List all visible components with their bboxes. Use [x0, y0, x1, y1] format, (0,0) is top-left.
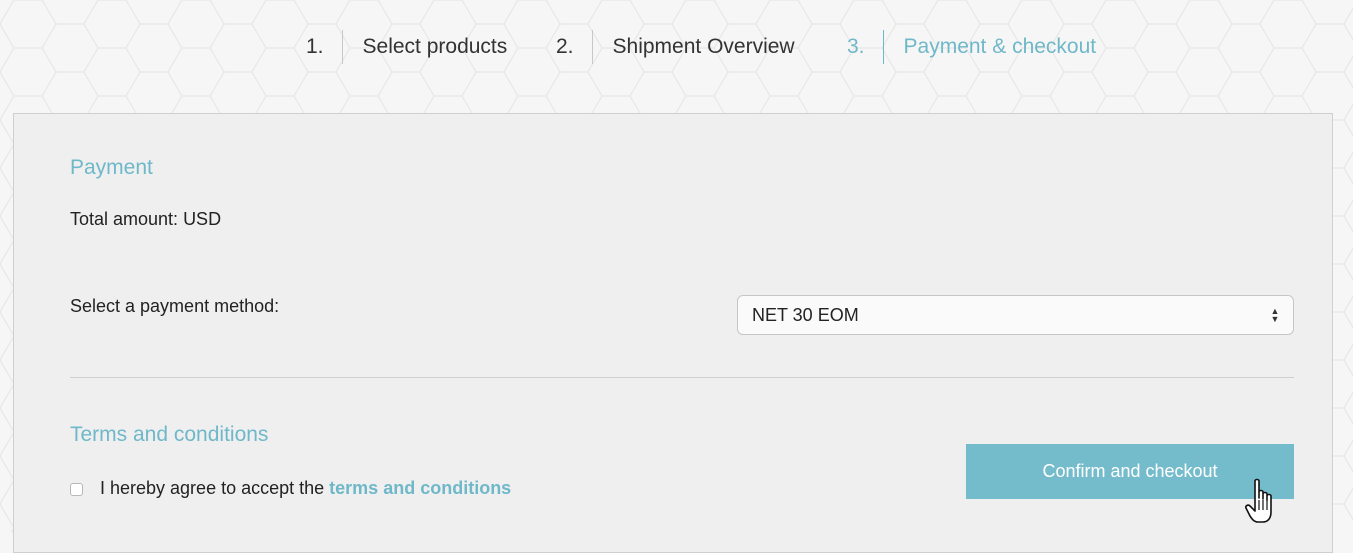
- step-label: Payment & checkout: [903, 35, 1097, 58]
- payment-method-value: NET 30 EOM: [752, 304, 859, 325]
- terms-checkbox[interactable]: [70, 483, 83, 496]
- up-down-arrows-icon: ▲ ▼: [1270, 306, 1280, 324]
- step-number: 1.: [306, 35, 324, 58]
- step-select-products[interactable]: 1. Select products: [306, 28, 507, 66]
- hand-pointer-icon: [1245, 478, 1272, 523]
- step-divider: [591, 30, 593, 64]
- section-divider: [70, 377, 1294, 378]
- step-label: Shipment Overview: [612, 35, 795, 58]
- payment-title: Payment: [70, 156, 153, 179]
- step-divider: [341, 30, 343, 64]
- payment-method-select[interactable]: NET 30 EOM ▲ ▼: [737, 295, 1294, 335]
- step-shipment-overview[interactable]: 2. Shipment Overview: [556, 28, 795, 66]
- payment-panel: Payment Total amount: USD Select a payme…: [13, 113, 1333, 553]
- terms-agree-label: I hereby agree to accept the: [100, 478, 325, 498]
- step-number: 3.: [847, 35, 865, 58]
- step-divider: [882, 30, 884, 64]
- step-number: 2.: [556, 35, 574, 58]
- step-label: Select products: [362, 35, 508, 58]
- checkout-steps: 1. Select products 2. Shipment Overview …: [0, 28, 1353, 66]
- terms-link[interactable]: terms and conditions: [329, 478, 511, 498]
- terms-title: Terms and conditions: [70, 423, 269, 446]
- total-amount: Total amount: USD: [70, 209, 222, 229]
- terms-agree-text: I hereby agree to accept the terms and c…: [100, 478, 511, 499]
- step-payment-checkout[interactable]: 3. Payment & checkout: [847, 28, 1096, 66]
- payment-method-label: Select a payment method:: [70, 296, 280, 316]
